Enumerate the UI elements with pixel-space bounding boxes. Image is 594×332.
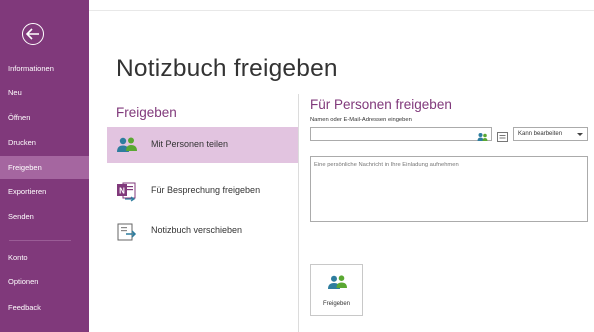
address-book-icon[interactable] <box>497 129 508 142</box>
share-panel-heading: Für Personen freigeben <box>310 97 452 112</box>
message-textarea[interactable] <box>310 156 588 222</box>
permission-dropdown[interactable]: Kann bearbeiten <box>513 127 588 141</box>
option-label: Notizbuch verschieben <box>151 225 243 235</box>
nav-item-freigeben[interactable]: Freigeben <box>0 156 89 179</box>
nav-item-drucken[interactable]: Drucken <box>0 131 89 154</box>
svg-text:N: N <box>119 187 125 196</box>
option-move-notebook[interactable]: Notizbuch verschieben <box>107 213 298 249</box>
option-share-meeting[interactable]: N Für Besprechung freigeben <box>107 173 298 209</box>
section-heading: Freigeben <box>116 105 177 120</box>
chevron-down-icon <box>577 133 583 136</box>
move-notebook-icon <box>116 222 138 241</box>
nav-item-exportieren[interactable]: Exportieren <box>0 180 89 203</box>
share-button-label: Freigeben <box>322 301 351 307</box>
names-field-label: Namen oder E-Mail-Adressen eingeben <box>310 117 412 123</box>
nav-item-neu[interactable]: Neu <box>0 81 89 104</box>
back-arrow-icon[interactable] <box>22 23 44 45</box>
option-share-with-people[interactable]: Mit Personen teilen <box>107 127 298 163</box>
share-button[interactable]: Freigeben <box>310 264 363 316</box>
people-icon <box>116 136 138 154</box>
nav-item-feedback[interactable]: Feedback <box>0 296 89 319</box>
onenote-meeting-icon: N <box>116 182 138 202</box>
option-label: Für Besprechung freigeben <box>151 185 261 195</box>
nav-item-optionen[interactable]: Optionen <box>0 270 89 293</box>
people-icon <box>327 274 348 291</box>
window-divider <box>89 10 594 11</box>
option-label: Mit Personen teilen <box>151 139 229 149</box>
panel-divider <box>298 94 299 332</box>
check-names-icon[interactable] <box>477 129 488 141</box>
nav-item-konto[interactable]: Konto <box>0 246 89 269</box>
nav-item-senden[interactable]: Senden <box>0 205 89 228</box>
nav-divider <box>9 240 71 241</box>
backstage-nav: Informationen Neu Öffnen Drucken Freigeb… <box>0 0 89 332</box>
nav-item-informationen[interactable]: Informationen <box>0 57 89 80</box>
names-input[interactable] <box>310 127 492 141</box>
permission-value: Kann bearbeiten <box>518 131 563 137</box>
nav-item-oeffnen[interactable]: Öffnen <box>0 106 89 129</box>
page-title: Notizbuch freigeben <box>116 55 338 82</box>
